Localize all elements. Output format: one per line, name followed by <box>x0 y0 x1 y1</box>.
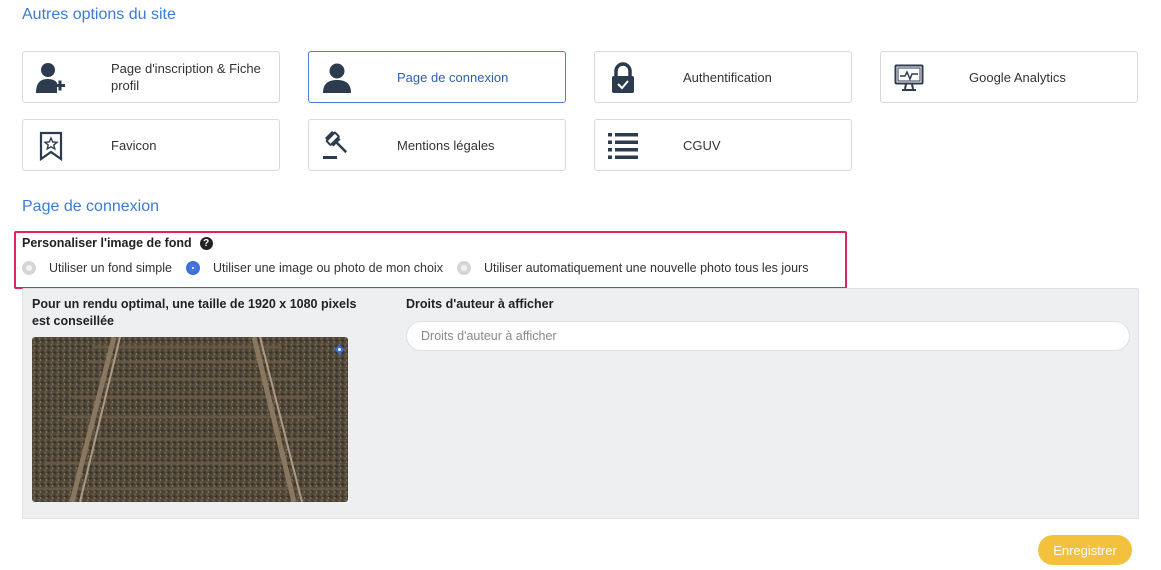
radio-daily-photo[interactable]: Utiliser automatiquement une nouvelle ph… <box>456 261 809 275</box>
recommended-size-note: Pour un rendu optimal, une taille de 192… <box>32 297 357 328</box>
gear-icon[interactable] <box>334 342 345 355</box>
radio-dot[interactable] <box>22 261 36 275</box>
gavel-icon <box>319 128 355 164</box>
list-icon <box>605 128 641 164</box>
user-icon <box>319 60 355 96</box>
radio-label: Utiliser une image ou photo de mon choix <box>212 261 443 275</box>
card-label: CGUV <box>683 137 721 153</box>
card-favicon[interactable]: Favicon <box>22 119 280 171</box>
card-label: Favicon <box>111 137 157 153</box>
background-options-heading: Personaliser l'image de fond ? <box>22 236 213 250</box>
copyright-input[interactable] <box>406 321 1130 351</box>
radio-simple-background[interactable]: Utiliser un fond simple <box>22 261 172 275</box>
card-cguv[interactable]: CGUV <box>594 119 852 171</box>
monitor-chart-icon <box>891 60 927 96</box>
other-options-title: Autres options du site <box>22 6 176 23</box>
card-label: Mentions légales <box>397 137 495 153</box>
radio-dot[interactable] <box>185 261 200 275</box>
radio-label: Utiliser automatiquement une nouvelle ph… <box>483 261 809 275</box>
user-plus-icon <box>33 60 69 96</box>
card-google-analytics[interactable]: Google Analytics <box>880 51 1138 103</box>
card-signup-profile[interactable]: Page d'inscription & Fiche profil <box>22 51 280 103</box>
card-label: Page d'inscription & Fiche profil <box>111 61 261 93</box>
background-options-label: Personaliser l'image de fond <box>22 236 192 250</box>
lock-icon <box>605 60 641 96</box>
bookmark-star-icon <box>33 128 69 164</box>
background-radio-group: Utiliser un fond simple Utiliser une ima… <box>22 261 822 275</box>
radio-custom-image[interactable]: Utiliser une image ou photo de mon choix <box>185 261 443 275</box>
login-page-title: Page de connexion <box>22 198 159 215</box>
copyright-label: Droits d'auteur à afficher <box>406 297 554 311</box>
card-legal-notices[interactable]: Mentions légales <box>308 119 566 171</box>
card-label: Page de connexion <box>397 69 509 85</box>
card-login-page[interactable]: Page de connexion <box>308 51 566 103</box>
card-label: Authentification <box>683 69 772 85</box>
card-authentication[interactable]: Authentification <box>594 51 852 103</box>
radio-label: Utiliser un fond simple <box>49 261 172 275</box>
radio-dot[interactable] <box>456 261 471 275</box>
save-button[interactable]: Enregistrer <box>1038 535 1132 565</box>
help-circle-icon[interactable]: ? <box>199 236 213 250</box>
background-photo-preview[interactable] <box>32 337 348 502</box>
card-label: Google Analytics <box>969 69 1066 85</box>
